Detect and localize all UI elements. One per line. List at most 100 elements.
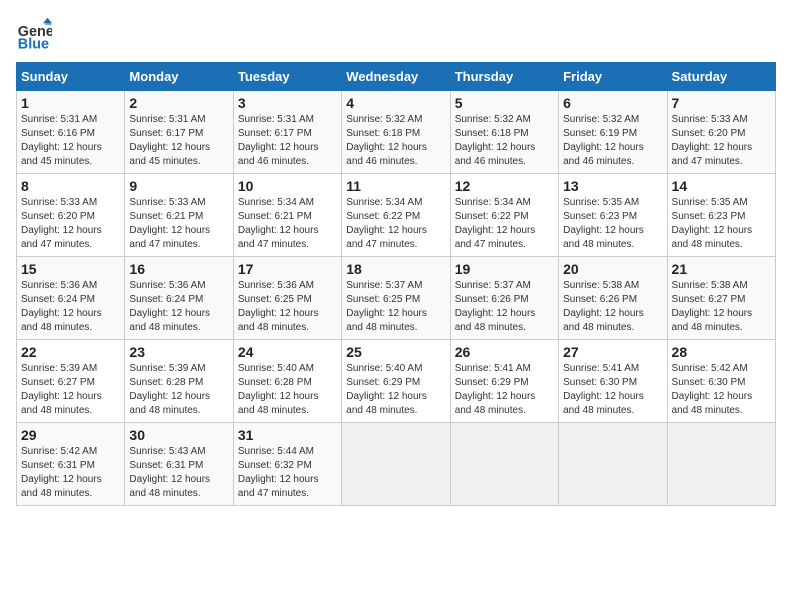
day-number: 27: [563, 344, 662, 360]
day-info: Sunrise: 5:32 AMSunset: 6:18 PMDaylight:…: [346, 113, 445, 169]
header-cell-sunday: Sunday: [17, 63, 125, 91]
day-number: 25: [346, 344, 445, 360]
calendar-cell: 31 Sunrise: 5:44 AMSunset: 6:32 PMDaylig…: [233, 423, 341, 506]
day-number: 14: [672, 178, 771, 194]
day-number: 28: [672, 344, 771, 360]
calendar-cell: 20 Sunrise: 5:38 AMSunset: 6:26 PMDaylig…: [559, 257, 667, 340]
calendar-cell: 6 Sunrise: 5:32 AMSunset: 6:19 PMDayligh…: [559, 91, 667, 174]
day-info: Sunrise: 5:40 AMSunset: 6:28 PMDaylight:…: [238, 362, 337, 418]
day-number: 4: [346, 95, 445, 111]
day-number: 3: [238, 95, 337, 111]
day-info: Sunrise: 5:31 AMSunset: 6:17 PMDaylight:…: [129, 113, 228, 169]
day-info: Sunrise: 5:36 AMSunset: 6:25 PMDaylight:…: [238, 279, 337, 335]
day-number: 8: [21, 178, 120, 194]
header: General Blue: [16, 16, 776, 52]
day-info: Sunrise: 5:41 AMSunset: 6:29 PMDaylight:…: [455, 362, 554, 418]
day-number: 23: [129, 344, 228, 360]
calendar-week-3: 15 Sunrise: 5:36 AMSunset: 6:24 PMDaylig…: [17, 257, 776, 340]
day-info: Sunrise: 5:36 AMSunset: 6:24 PMDaylight:…: [129, 279, 228, 335]
header-row: SundayMondayTuesdayWednesdayThursdayFrid…: [17, 63, 776, 91]
day-number: 12: [455, 178, 554, 194]
calendar-cell: 7 Sunrise: 5:33 AMSunset: 6:20 PMDayligh…: [667, 91, 775, 174]
calendar-cell: 29 Sunrise: 5:42 AMSunset: 6:31 PMDaylig…: [17, 423, 125, 506]
day-info: Sunrise: 5:40 AMSunset: 6:29 PMDaylight:…: [346, 362, 445, 418]
calendar-cell: [450, 423, 558, 506]
day-number: 24: [238, 344, 337, 360]
calendar-cell: 4 Sunrise: 5:32 AMSunset: 6:18 PMDayligh…: [342, 91, 450, 174]
day-info: Sunrise: 5:34 AMSunset: 6:22 PMDaylight:…: [455, 196, 554, 252]
header-cell-friday: Friday: [559, 63, 667, 91]
calendar-cell: 26 Sunrise: 5:41 AMSunset: 6:29 PMDaylig…: [450, 340, 558, 423]
calendar-cell: 13 Sunrise: 5:35 AMSunset: 6:23 PMDaylig…: [559, 174, 667, 257]
calendar-cell: 22 Sunrise: 5:39 AMSunset: 6:27 PMDaylig…: [17, 340, 125, 423]
day-info: Sunrise: 5:43 AMSunset: 6:31 PMDaylight:…: [129, 445, 228, 501]
day-info: Sunrise: 5:42 AMSunset: 6:30 PMDaylight:…: [672, 362, 771, 418]
calendar-cell: 27 Sunrise: 5:41 AMSunset: 6:30 PMDaylig…: [559, 340, 667, 423]
day-number: 17: [238, 261, 337, 277]
day-number: 7: [672, 95, 771, 111]
calendar-cell: 15 Sunrise: 5:36 AMSunset: 6:24 PMDaylig…: [17, 257, 125, 340]
day-info: Sunrise: 5:37 AMSunset: 6:25 PMDaylight:…: [346, 279, 445, 335]
day-info: Sunrise: 5:37 AMSunset: 6:26 PMDaylight:…: [455, 279, 554, 335]
calendar-cell: 24 Sunrise: 5:40 AMSunset: 6:28 PMDaylig…: [233, 340, 341, 423]
day-info: Sunrise: 5:35 AMSunset: 6:23 PMDaylight:…: [563, 196, 662, 252]
day-number: 13: [563, 178, 662, 194]
day-number: 31: [238, 427, 337, 443]
day-info: Sunrise: 5:39 AMSunset: 6:27 PMDaylight:…: [21, 362, 120, 418]
header-cell-saturday: Saturday: [667, 63, 775, 91]
calendar-cell: 10 Sunrise: 5:34 AMSunset: 6:21 PMDaylig…: [233, 174, 341, 257]
day-info: Sunrise: 5:31 AMSunset: 6:17 PMDaylight:…: [238, 113, 337, 169]
day-info: Sunrise: 5:35 AMSunset: 6:23 PMDaylight:…: [672, 196, 771, 252]
day-info: Sunrise: 5:38 AMSunset: 6:27 PMDaylight:…: [672, 279, 771, 335]
header-cell-thursday: Thursday: [450, 63, 558, 91]
day-number: 16: [129, 261, 228, 277]
calendar-week-4: 22 Sunrise: 5:39 AMSunset: 6:27 PMDaylig…: [17, 340, 776, 423]
day-info: Sunrise: 5:39 AMSunset: 6:28 PMDaylight:…: [129, 362, 228, 418]
day-info: Sunrise: 5:32 AMSunset: 6:19 PMDaylight:…: [563, 113, 662, 169]
day-info: Sunrise: 5:31 AMSunset: 6:16 PMDaylight:…: [21, 113, 120, 169]
day-number: 15: [21, 261, 120, 277]
day-number: 9: [129, 178, 228, 194]
calendar-cell: 11 Sunrise: 5:34 AMSunset: 6:22 PMDaylig…: [342, 174, 450, 257]
day-number: 11: [346, 178, 445, 194]
calendar-cell: 9 Sunrise: 5:33 AMSunset: 6:21 PMDayligh…: [125, 174, 233, 257]
calendar-cell: 8 Sunrise: 5:33 AMSunset: 6:20 PMDayligh…: [17, 174, 125, 257]
day-number: 18: [346, 261, 445, 277]
day-info: Sunrise: 5:33 AMSunset: 6:20 PMDaylight:…: [21, 196, 120, 252]
calendar-cell: 14 Sunrise: 5:35 AMSunset: 6:23 PMDaylig…: [667, 174, 775, 257]
day-number: 30: [129, 427, 228, 443]
day-info: Sunrise: 5:33 AMSunset: 6:20 PMDaylight:…: [672, 113, 771, 169]
svg-text:Blue: Blue: [18, 36, 49, 52]
calendar-cell: 23 Sunrise: 5:39 AMSunset: 6:28 PMDaylig…: [125, 340, 233, 423]
day-info: Sunrise: 5:34 AMSunset: 6:22 PMDaylight:…: [346, 196, 445, 252]
day-number: 19: [455, 261, 554, 277]
calendar-cell: 19 Sunrise: 5:37 AMSunset: 6:26 PMDaylig…: [450, 257, 558, 340]
day-number: 22: [21, 344, 120, 360]
calendar-cell: 16 Sunrise: 5:36 AMSunset: 6:24 PMDaylig…: [125, 257, 233, 340]
calendar-cell: 30 Sunrise: 5:43 AMSunset: 6:31 PMDaylig…: [125, 423, 233, 506]
day-number: 21: [672, 261, 771, 277]
calendar-cell: 28 Sunrise: 5:42 AMSunset: 6:30 PMDaylig…: [667, 340, 775, 423]
logo: General Blue: [16, 16, 56, 52]
calendar-cell: 17 Sunrise: 5:36 AMSunset: 6:25 PMDaylig…: [233, 257, 341, 340]
calendar-cell: 25 Sunrise: 5:40 AMSunset: 6:29 PMDaylig…: [342, 340, 450, 423]
calendar-cell: 1 Sunrise: 5:31 AMSunset: 6:16 PMDayligh…: [17, 91, 125, 174]
calendar-week-2: 8 Sunrise: 5:33 AMSunset: 6:20 PMDayligh…: [17, 174, 776, 257]
day-number: 26: [455, 344, 554, 360]
calendar-table: SundayMondayTuesdayWednesdayThursdayFrid…: [16, 62, 776, 506]
day-number: 10: [238, 178, 337, 194]
day-info: Sunrise: 5:33 AMSunset: 6:21 PMDaylight:…: [129, 196, 228, 252]
day-number: 1: [21, 95, 120, 111]
day-info: Sunrise: 5:36 AMSunset: 6:24 PMDaylight:…: [21, 279, 120, 335]
day-info: Sunrise: 5:38 AMSunset: 6:26 PMDaylight:…: [563, 279, 662, 335]
header-cell-wednesday: Wednesday: [342, 63, 450, 91]
calendar-cell: [559, 423, 667, 506]
calendar-cell: [342, 423, 450, 506]
calendar-cell: [667, 423, 775, 506]
calendar-week-5: 29 Sunrise: 5:42 AMSunset: 6:31 PMDaylig…: [17, 423, 776, 506]
calendar-cell: 5 Sunrise: 5:32 AMSunset: 6:18 PMDayligh…: [450, 91, 558, 174]
day-number: 5: [455, 95, 554, 111]
calendar-week-1: 1 Sunrise: 5:31 AMSunset: 6:16 PMDayligh…: [17, 91, 776, 174]
header-cell-monday: Monday: [125, 63, 233, 91]
calendar-cell: 18 Sunrise: 5:37 AMSunset: 6:25 PMDaylig…: [342, 257, 450, 340]
